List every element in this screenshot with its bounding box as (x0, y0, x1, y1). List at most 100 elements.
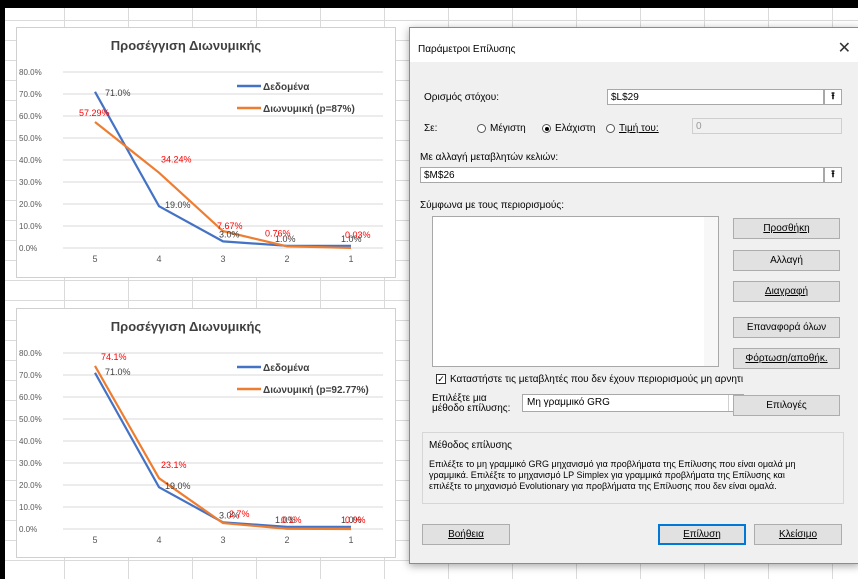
y-tick-label: 50.0% (19, 134, 42, 143)
add-button[interactable]: Προσθήκη (733, 218, 840, 239)
data-label: 0.03% (345, 230, 371, 240)
y-tick-label: 10.0% (19, 503, 42, 512)
y-tick-label: 70.0% (19, 371, 42, 380)
chart-2[interactable]: Προσέγγιση Διωνυμικής 80.0% 70.0% 60.0% 50.0… (16, 308, 396, 558)
data-label: 71.0% (105, 88, 131, 98)
objective-label: Ορισμός στόχου: (424, 92, 499, 103)
solve-button[interactable]: Επίλυση (658, 524, 746, 545)
x-tick-label: 2 (284, 535, 289, 545)
legend-label: Δεδομένα (263, 363, 310, 374)
y-tick-label: 80.0% (19, 68, 42, 77)
data-label: 19.0% (165, 481, 191, 491)
radio-min[interactable] (542, 124, 551, 133)
method-description-line-3: επιλέξτε το μηχανισμό Evolutionary για π… (429, 481, 777, 491)
options-button-label: Επιλογές (766, 400, 807, 411)
y-tick-label: 40.0% (19, 437, 42, 446)
delete-button[interactable]: Διαγραφή (733, 281, 840, 302)
nonnegative-checkbox[interactable]: ✓ (436, 374, 446, 384)
method-description-line-2: γραμμικά. Επιλέξτε το μηχανισμό LP Simpl… (429, 470, 785, 480)
objective-input[interactable]: $L$29 (607, 89, 824, 105)
y-tick-label: 10.0% (19, 222, 42, 231)
y-tick-label: 0.0% (19, 244, 37, 253)
nonnegative-label[interactable]: Καταστήστε τις μεταβλητές που δεν έχουν … (450, 374, 743, 385)
x-tick-label: 1 (348, 254, 353, 264)
chart-title: Προσέγγιση Διωνυμικής (111, 319, 262, 334)
chart-1[interactable]: Προσέγγιση Διωνυμικής 80.0% 70.0% 60.0% 50.0… (16, 27, 396, 278)
legend-label: Δεδομένα (263, 82, 310, 93)
close-button-label: Κλείσιμο (778, 529, 818, 540)
value-of-input[interactable]: 0 (692, 118, 842, 134)
options-button[interactable]: Επιλογές (733, 395, 840, 416)
y-tick-label: 20.0% (19, 200, 42, 209)
y-tick-label: 0.0% (19, 525, 37, 534)
y-tick-label: 30.0% (19, 459, 42, 468)
y-tick-label: 50.0% (19, 415, 42, 424)
data-label: 57.29% (79, 108, 110, 118)
window-top-border (0, 0, 858, 8)
legend-label: Διωνυμική (p=92.77%) (263, 385, 369, 396)
chart-1-svg: Προσέγγιση Διωνυμικής80.0%70.0%60.0%50.0… (19, 38, 383, 264)
close-icon[interactable]: ✕ (838, 38, 851, 58)
chart-2-svg: Προσέγγιση Διωνυμικής80.0%70.0%60.0%50.0… (19, 319, 383, 545)
load-save-button[interactable]: Φόρτωση/αποθήκ. (733, 348, 840, 369)
x-tick-label: 5 (92, 535, 97, 545)
changing-cells-label: Με αλλαγή μεταβλητών κελιών: (420, 152, 559, 163)
y-tick-label: 20.0% (19, 481, 42, 490)
data-label: 71.0% (105, 367, 131, 377)
data-label: 2.7% (229, 509, 250, 519)
constraints-label: Σύμφωνα με τους περιορισμούς: (420, 200, 564, 211)
change-button[interactable]: Αλλαγή (733, 250, 840, 271)
radio-value-of-label[interactable]: Τιμή του: (619, 123, 659, 134)
data-label: 23.1% (161, 460, 187, 470)
dialog-title: Παράμετροι Επίλυσης (418, 44, 516, 55)
y-tick-label: 60.0% (19, 112, 42, 121)
x-tick-label: 4 (156, 535, 161, 545)
y-tick-label: 60.0% (19, 393, 42, 402)
changing-cells-collapse-icon[interactable]: ⭱ (824, 167, 842, 183)
radio-min-label[interactable]: Ελάχιστη (555, 123, 595, 134)
solving-method-title: Μέθοδος επίλυσης (429, 440, 512, 451)
y-tick-label: 70.0% (19, 90, 42, 99)
method-label-2: μέθοδο επίλυσης: (432, 403, 511, 414)
y-tick-label: 30.0% (19, 178, 42, 187)
objective-collapse-icon[interactable]: ⭱ (824, 89, 842, 105)
method-description-line-1: Επιλέξτε το μη γραμμικό GRG μηχανισμό γι… (429, 459, 796, 469)
x-tick-label: 3 (220, 535, 225, 545)
to-label: Σε: (424, 123, 438, 134)
x-tick-label: 1 (348, 535, 353, 545)
method-select-value: Μη γραμμικό GRG (527, 397, 610, 408)
reset-all-button[interactable]: Επαναφορά όλων (733, 317, 840, 338)
close-button[interactable]: Κλείσιμο (754, 524, 842, 545)
x-tick-label: 4 (156, 254, 161, 264)
change-button-label: Αλλαγή (770, 255, 803, 266)
radio-max-label[interactable]: Μέγιστη (490, 123, 526, 134)
reset-all-button-label: Επαναφορά όλων (746, 322, 827, 333)
data-label: 7.67% (217, 221, 243, 231)
radio-value-of[interactable] (606, 124, 615, 133)
method-select[interactable]: Μη γραμμικό GRG ▾ (522, 394, 744, 412)
data-label: 0.0% (345, 515, 366, 525)
x-tick-label: 2 (284, 254, 289, 264)
x-tick-label: 3 (220, 254, 225, 264)
radio-max[interactable] (477, 124, 486, 133)
data-label: 34.24% (161, 155, 192, 165)
chart-title: Προσέγγιση Διωνυμικής (111, 38, 262, 53)
y-tick-label: 80.0% (19, 349, 42, 358)
dialog-titlebar: Παράμετροι Επίλυσης ✕ (410, 28, 858, 62)
data-label: 19.0% (165, 200, 191, 210)
solver-parameters-dialog: Παράμετροι Επίλυσης ✕ Ορισμός στόχου: $L… (409, 27, 858, 564)
y-tick-label: 40.0% (19, 156, 42, 165)
solve-button-label: Επίλυση (683, 529, 721, 540)
data-label: 0.76% (265, 228, 291, 238)
data-label: 74.1% (101, 352, 127, 362)
add-button-label: Προσθήκη (763, 223, 810, 234)
window-left-border (0, 0, 5, 579)
changing-cells-input[interactable]: $M$26 (420, 167, 824, 183)
constraints-list[interactable] (432, 216, 719, 367)
delete-button-label: Διαγραφή (764, 286, 809, 297)
data-label: 0.1% (281, 515, 302, 525)
x-tick-label: 5 (92, 254, 97, 264)
help-button[interactable]: Βοήθεια (422, 524, 510, 545)
load-save-button-label: Φόρτωση/αποθήκ. (745, 353, 828, 364)
constraints-scrollbar[interactable] (704, 217, 718, 366)
